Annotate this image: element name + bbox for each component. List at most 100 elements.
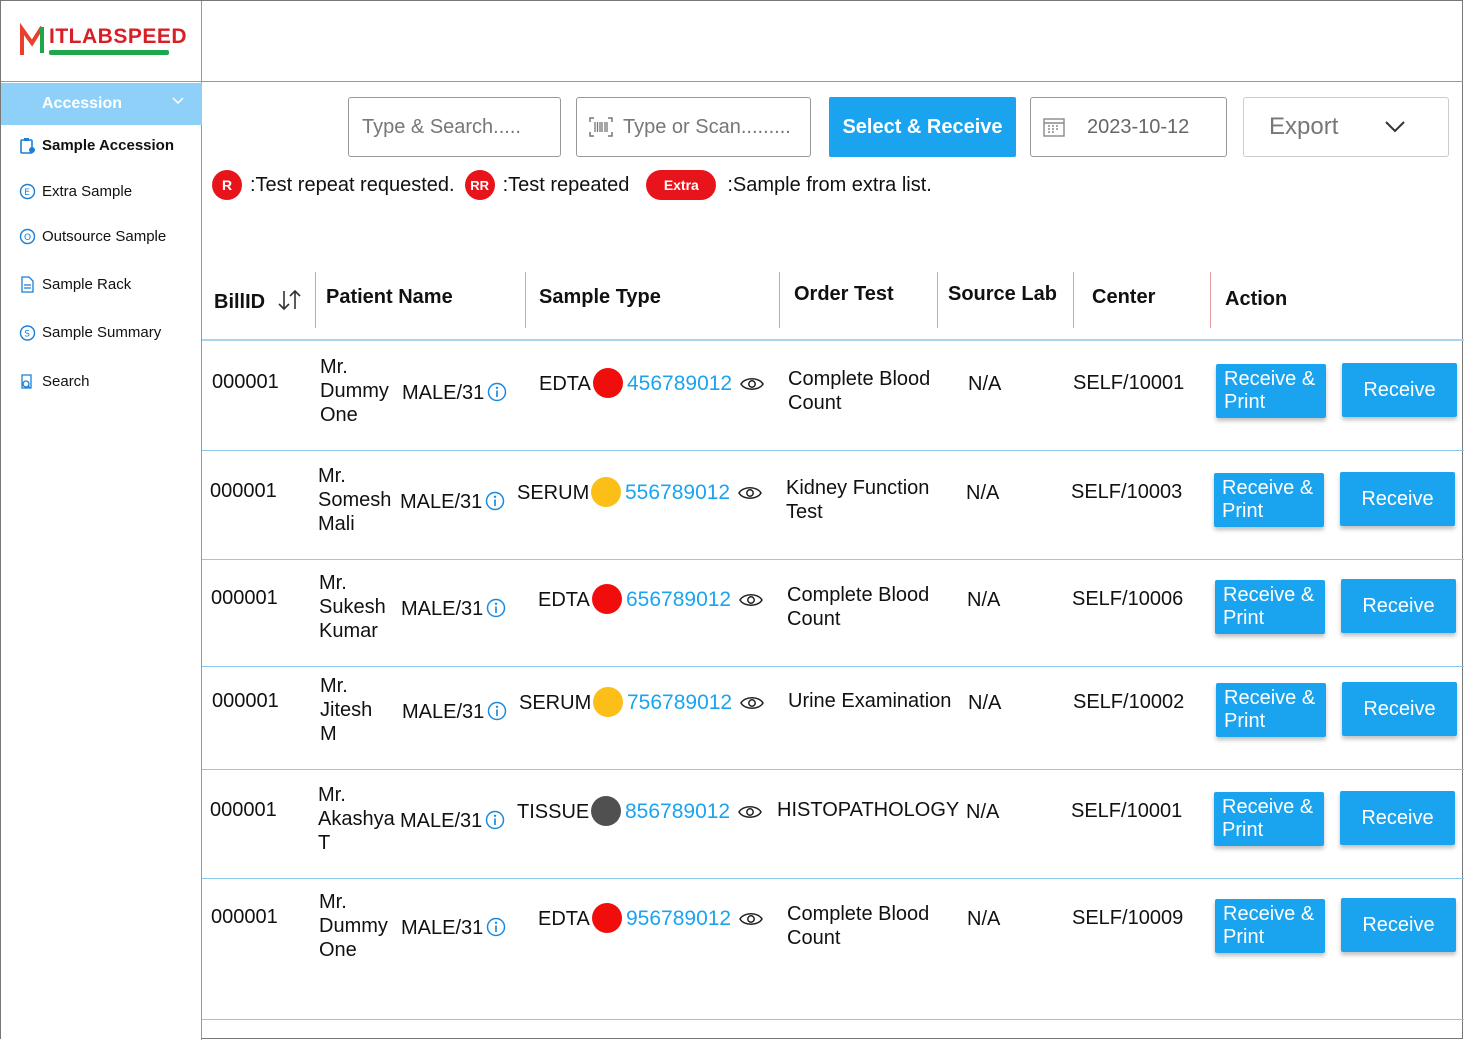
button-label-line: Print xyxy=(1224,391,1266,413)
receive-button[interactable]: Receive xyxy=(1340,472,1455,526)
sidebar-item-search[interactable]: Search xyxy=(19,370,90,392)
source-lab-cell: N/A xyxy=(968,373,1002,395)
sidebar-item-sample-accession[interactable]: Sample Accession xyxy=(19,134,174,156)
receive-button[interactable]: Receive xyxy=(1341,579,1456,633)
order-test-line: Complete Blood xyxy=(787,584,930,606)
receive-button[interactable]: Receive xyxy=(1342,682,1457,736)
receive-button[interactable]: Receive xyxy=(1342,363,1457,417)
col-header-source-lab: Source Lab xyxy=(948,283,1057,305)
scan-input[interactable]: Type or Scan......... xyxy=(576,97,811,157)
eye-icon[interactable] xyxy=(740,695,764,716)
button-label-line: Receive & xyxy=(1223,903,1315,925)
accession-section-header[interactable]: Accession xyxy=(1,83,202,125)
source-lab-cell: N/A xyxy=(966,801,1000,823)
eye-icon[interactable] xyxy=(738,485,762,506)
date-picker[interactable]: 2023-10-12 xyxy=(1030,97,1227,157)
receive-and-print-button[interactable]: Receive & Print xyxy=(1214,792,1324,846)
col-separator xyxy=(937,272,938,328)
center-cell: SELF/10009 xyxy=(1072,907,1184,929)
receive-and-print-button[interactable]: Receive & Print xyxy=(1215,580,1325,634)
col-header-action: Action xyxy=(1225,288,1288,310)
patient-name-line: Mali xyxy=(318,513,355,535)
sample-type-cell: SERUM xyxy=(517,482,590,504)
legend-repeat-requested-text: :Test repeat requested. xyxy=(250,173,455,196)
receive-and-print-button[interactable]: Receive & Print xyxy=(1215,899,1325,953)
col-separator xyxy=(1210,272,1211,328)
sample-tube-color-dot xyxy=(592,584,622,614)
app-frame: ITLABSPEED Accession Sample Accession E … xyxy=(0,0,1464,1040)
sample-type-cell: TISSUE xyxy=(517,801,590,823)
patient-name-line: Mr. xyxy=(319,572,347,594)
table-row: 000001 Mr. Sukesh Kumar MALE/31 EDTA 656… xyxy=(202,559,1464,667)
col-header-billid[interactable]: BillID xyxy=(214,289,303,314)
receive-button[interactable]: Receive xyxy=(1341,898,1456,952)
patient-name-line: Mr. xyxy=(319,891,347,913)
circle-e-icon: E xyxy=(19,183,36,199)
eye-icon[interactable] xyxy=(738,804,762,825)
button-label-line: Receive & xyxy=(1223,584,1315,606)
table-row: 000001 Mr. Jitesh M MALE/31 SERUM 756789… xyxy=(202,662,1464,770)
eye-icon[interactable] xyxy=(740,376,764,397)
order-test-line: Count xyxy=(787,927,841,949)
legend-repeated-text: :Test repeated xyxy=(502,173,630,196)
info-icon[interactable] xyxy=(485,810,505,835)
receive-and-print-button[interactable]: Receive & Print xyxy=(1216,683,1326,737)
repeated-badge: RR xyxy=(464,170,495,200)
search-input[interactable]: Type & Search..... xyxy=(348,97,561,157)
patient-name-line: M xyxy=(320,723,337,745)
sidebar-item-label: Sample Summary xyxy=(42,323,162,341)
bill-id-cell: 000001 xyxy=(211,906,278,928)
col-header-sample-type: Sample Type xyxy=(539,286,661,308)
sidebar-item-label: Extra Sample xyxy=(42,182,133,200)
sample-tube-color-dot xyxy=(591,477,621,507)
sample-id-link[interactable]: 756789012 xyxy=(627,691,732,715)
gender-age-cell: MALE/31 xyxy=(402,701,485,723)
receive-button[interactable]: Receive xyxy=(1340,791,1455,845)
receive-and-print-button[interactable]: Receive & Print xyxy=(1214,473,1324,527)
order-test-line: HISTOPATHOLOGY xyxy=(777,799,960,821)
date-value: 2023-10-12 xyxy=(1087,115,1190,138)
info-icon[interactable] xyxy=(486,917,506,942)
button-label-line: Receive & xyxy=(1224,368,1316,390)
sample-tube-color-dot xyxy=(592,903,622,933)
table-row: 000001 Mr. Dummy One MALE/31 EDTA 956789… xyxy=(202,878,1464,1020)
sample-id-link[interactable]: 656789012 xyxy=(626,588,731,612)
sample-id-link[interactable]: 556789012 xyxy=(625,481,730,505)
sample-id-link[interactable]: 456789012 xyxy=(627,372,732,396)
clipboard-icon xyxy=(20,137,35,154)
receive-and-print-button[interactable]: Receive & Print xyxy=(1216,364,1326,418)
brand-name: ITLABSPEED xyxy=(49,25,188,48)
search-placeholder: Type & Search..... xyxy=(362,115,521,138)
patient-name-cell: Mr. Sukesh Kumar xyxy=(319,571,386,643)
info-icon[interactable] xyxy=(487,382,507,407)
sample-id-link[interactable]: 956789012 xyxy=(626,907,731,931)
sidebar-item-outsource-sample[interactable]: O Outsource Sample xyxy=(19,225,166,247)
svg-text:S: S xyxy=(24,329,30,339)
sample-tube-color-dot xyxy=(593,687,623,717)
patient-name-line: Mr. xyxy=(320,356,348,378)
sidebar-item-extra-sample[interactable]: E Extra Sample xyxy=(19,180,132,202)
bill-id-cell: 000001 xyxy=(211,587,278,609)
info-icon[interactable] xyxy=(485,491,505,516)
sidebar-item-label: Sample Rack xyxy=(42,275,132,293)
patient-name-line: Somesh xyxy=(318,489,392,511)
accession-label: Accession xyxy=(42,95,123,112)
order-test-line: Urine Examination xyxy=(788,690,952,712)
sample-type-cell: SERUM xyxy=(519,692,592,714)
order-test-cell: Complete Blood Count xyxy=(787,583,929,631)
export-dropdown[interactable]: Export xyxy=(1243,97,1449,157)
info-icon[interactable] xyxy=(486,598,506,623)
order-test-cell: HISTOPATHOLOGY xyxy=(777,798,959,822)
col-separator xyxy=(779,272,780,328)
table-row: 000001 Mr. Akashya T MALE/31 TISSUE 8567… xyxy=(202,771,1464,879)
scan-placeholder: Type or Scan......... xyxy=(623,115,791,138)
patient-name-line: T xyxy=(318,832,331,854)
eye-icon[interactable] xyxy=(739,911,763,932)
eye-icon[interactable] xyxy=(739,592,763,613)
select-and-receive-button[interactable]: Select & Receive xyxy=(829,97,1016,157)
sidebar-item-sample-rack[interactable]: Sample Rack xyxy=(19,273,131,295)
button-label-line: Print xyxy=(1222,819,1264,841)
info-icon[interactable] xyxy=(487,701,507,726)
sample-id-link[interactable]: 856789012 xyxy=(625,800,730,824)
sidebar-item-sample-summary[interactable]: S Sample Summary xyxy=(19,321,161,343)
